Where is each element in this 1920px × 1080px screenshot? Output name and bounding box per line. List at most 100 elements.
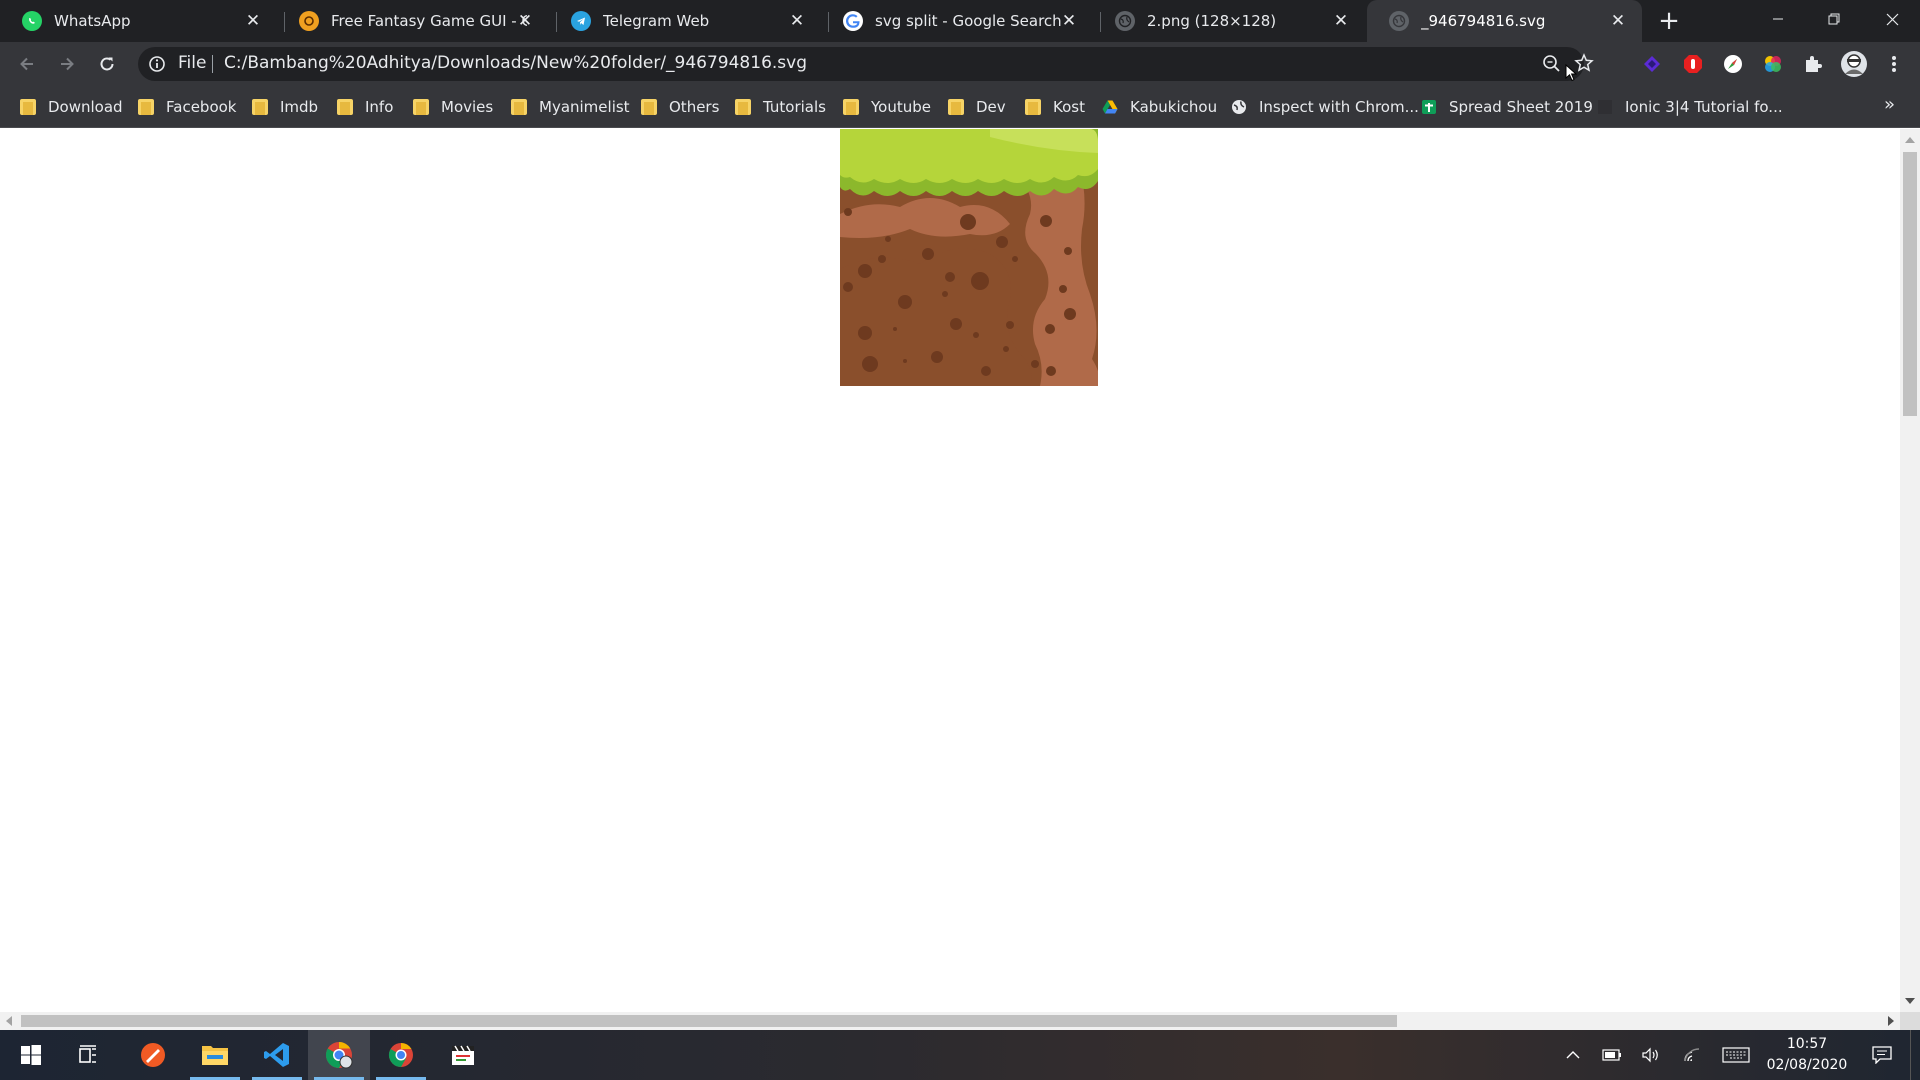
game-icon <box>299 11 319 31</box>
bookmarks-bar: Download Facebook Imdb Info Movies Myani… <box>0 86 1920 128</box>
bookmark-inspect-with-chrome[interactable]: Inspect with Chrom... <box>1231 95 1419 119</box>
bookmark-ionic-tutorial[interactable]: Ionic 3|4 Tutorial fo... <box>1597 95 1783 119</box>
bookmark-kost[interactable]: Kost <box>1025 95 1085 119</box>
telegram-icon <box>571 11 591 31</box>
back-button[interactable] <box>11 48 43 80</box>
tab-title: _946794816.svg <box>1421 12 1546 30</box>
new-tab-button[interactable]: + <box>1656 8 1682 34</box>
tab-fantasy-game-gui[interactable]: Free Fantasy Game GUI - Gam ✕ <box>277 0 549 42</box>
bookmark-info[interactable]: Info <box>337 95 393 119</box>
folder-icon <box>1025 99 1041 115</box>
close-tab-icon[interactable]: ✕ <box>787 11 807 31</box>
reload-button[interactable] <box>91 48 123 80</box>
bookmark-label: Ionic 3|4 Tutorial fo... <box>1625 98 1783 116</box>
system-clock[interactable]: 10:57 02/08/2020 <box>1752 1034 1862 1076</box>
close-tab-icon[interactable]: ✕ <box>515 11 535 31</box>
bookmark-others[interactable]: Others <box>641 95 719 119</box>
scrollbar-corner <box>1900 1012 1920 1030</box>
bookmark-imdb[interactable]: Imdb <box>252 95 318 119</box>
bookmark-movies[interactable]: Movies <box>413 95 493 119</box>
tab-google-search[interactable]: svg split - Google Search ✕ <box>821 0 1093 42</box>
battery-icon[interactable] <box>1597 1030 1627 1080</box>
vertical-scrollbar[interactable] <box>1900 129 1920 1012</box>
close-tab-icon[interactable]: ✕ <box>243 11 263 31</box>
file-explorer-icon[interactable] <box>184 1030 246 1080</box>
bookmark-myanimelist[interactable]: Myanimelist <box>511 95 630 119</box>
bookmark-label: Tutorials <box>763 98 826 116</box>
restore-button[interactable] <box>1806 0 1862 38</box>
close-window-button[interactable] <box>1864 0 1920 38</box>
show-hidden-icons-chevron-icon[interactable] <box>1560 1030 1586 1080</box>
bookmark-spread-sheet-2019[interactable]: Spread Sheet 2019 <box>1421 95 1593 119</box>
taskbar: 10:57 02/08/2020 <box>0 1030 1920 1080</box>
notifications-icon[interactable] <box>1864 1030 1900 1080</box>
scroll-right-arrow-icon[interactable] <box>1888 1016 1894 1026</box>
folder-icon <box>641 99 657 115</box>
close-tab-icon[interactable]: ✕ <box>1331 11 1351 31</box>
vertical-scroll-thumb[interactable] <box>1903 152 1917 416</box>
bookmark-kabukichou[interactable]: Kabukichou <box>1102 95 1217 119</box>
clapperboard-icon[interactable] <box>432 1030 494 1080</box>
close-tab-icon[interactable]: ✕ <box>1059 11 1079 31</box>
minimize-button[interactable] <box>1750 0 1806 38</box>
zoom-icon[interactable] <box>1542 54 1562 78</box>
bookmark-youtube[interactable]: Youtube <box>843 95 931 119</box>
show-desktop-button[interactable] <box>1910 1030 1920 1080</box>
scroll-left-arrow-icon[interactable] <box>6 1016 12 1026</box>
extension-adblock-icon[interactable] <box>1681 52 1705 76</box>
bookmark-facebook[interactable]: Facebook <box>138 95 236 119</box>
task-view-icon[interactable] <box>58 1030 120 1080</box>
bookmark-dev[interactable]: Dev <box>948 95 1006 119</box>
clock-date: 02/08/2020 <box>1766 1057 1848 1073</box>
globe-icon <box>1115 11 1135 31</box>
bookmark-tutorials[interactable]: Tutorials <box>735 95 826 119</box>
tab-title: svg split - Google Search <box>875 12 1062 30</box>
menu-kebab-icon[interactable] <box>1882 52 1906 76</box>
tab-title: 2.png (128×128) <box>1147 12 1277 30</box>
close-tab-icon[interactable]: ✕ <box>1608 11 1628 31</box>
tab-title: Free Fantasy Game GUI - Gam <box>331 12 527 30</box>
profile-avatar[interactable] <box>1840 50 1868 78</box>
tab-whatsapp[interactable]: WhatsApp ✕ <box>0 0 277 42</box>
url-divider <box>212 55 213 73</box>
tab-telegram-web[interactable]: Telegram Web ✕ <box>549 0 821 42</box>
bookmarks-overflow-chevron-icon[interactable]: » <box>1884 94 1895 115</box>
globe-icon <box>1389 11 1409 31</box>
tab-active-svg[interactable]: _946794816.svg ✕ <box>1367 0 1642 42</box>
vscode-icon[interactable] <box>246 1030 308 1080</box>
address-bar[interactable]: File C:/Bambang%20Adhitya/Downloads/New%… <box>138 47 1594 81</box>
bookmark-label: Kost <box>1053 98 1085 116</box>
scroll-up-arrow-icon[interactable] <box>1905 137 1915 143</box>
sketch-app-icon[interactable] <box>122 1030 184 1080</box>
forward-button[interactable] <box>51 48 83 80</box>
volume-icon[interactable] <box>1636 1030 1666 1080</box>
scroll-down-arrow-icon[interactable] <box>1905 998 1915 1004</box>
sheets-icon <box>1421 99 1437 115</box>
extension-purple-icon[interactable] <box>1640 52 1664 76</box>
bookmark-label: Facebook <box>166 98 237 116</box>
folder-icon <box>413 99 429 115</box>
bookmark-download[interactable]: Download <box>20 95 123 119</box>
horizontal-scrollbar[interactable] <box>0 1012 1900 1030</box>
bookmark-label: Kabukichou <box>1130 98 1218 116</box>
chrome-profile-icon[interactable] <box>308 1030 370 1080</box>
toolbar: File C:/Bambang%20Adhitya/Downloads/New%… <box>0 42 1920 86</box>
extensions-puzzle-icon[interactable] <box>1801 52 1825 76</box>
keyboard-icon[interactable] <box>1718 1030 1754 1080</box>
horizontal-scroll-thumb[interactable] <box>21 1015 1397 1027</box>
network-wifi-icon[interactable] <box>1677 1030 1707 1080</box>
bookmark-star-icon[interactable] <box>1574 53 1594 77</box>
page-viewport <box>0 129 1900 1012</box>
extension-color-picker-icon[interactable] <box>1761 52 1785 76</box>
windows-start-icon[interactable] <box>0 1030 62 1080</box>
url-text[interactable]: C:/Bambang%20Adhitya/Downloads/New%20fol… <box>224 53 807 73</box>
chrome-icon[interactable] <box>370 1030 432 1080</box>
google-icon <box>843 11 863 31</box>
bookmark-label: Others <box>669 98 720 116</box>
site-info-icon[interactable] <box>148 55 166 77</box>
bookmark-label: Dev <box>976 98 1006 116</box>
extension-compass-icon[interactable] <box>1721 52 1745 76</box>
tab-2-png[interactable]: 2.png (128×128) ✕ <box>1093 0 1365 42</box>
tab-title: WhatsApp <box>54 12 131 30</box>
folder-icon <box>20 99 36 115</box>
